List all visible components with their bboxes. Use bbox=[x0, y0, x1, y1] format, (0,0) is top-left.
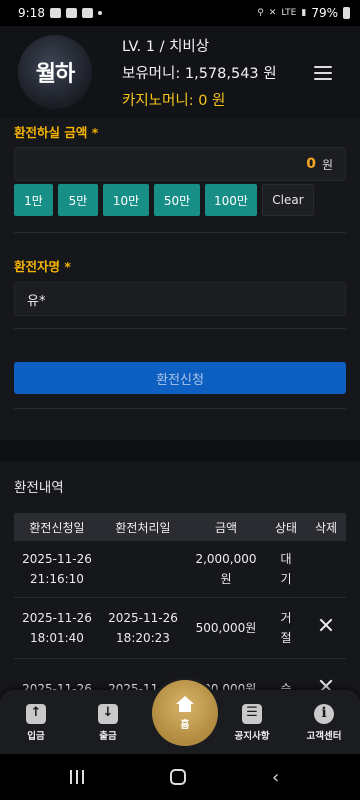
notification-icon bbox=[49, 8, 61, 18]
process-date: 2025-11-26 bbox=[108, 611, 178, 625]
table-row: 2025-11-26 21:16:10 2,000,000 원 대 기 bbox=[14, 541, 346, 598]
status-text: 기 bbox=[280, 572, 292, 586]
link-icon: ⚲ bbox=[257, 8, 264, 18]
status-time: 9:18 bbox=[18, 6, 45, 20]
col-request-date: 환전신청일 bbox=[29, 520, 85, 535]
nav-notice[interactable]: 공지사항 bbox=[222, 704, 282, 742]
signal-icon: ▮ bbox=[301, 8, 307, 18]
amount: 2,000,000 bbox=[195, 552, 257, 566]
quick-10k-button[interactable]: 1만 bbox=[14, 184, 53, 216]
amount-label: 환전하실 금액 * bbox=[14, 125, 99, 140]
quick-amount-buttons: 1만 5만 10만 50만 100만 Clear bbox=[14, 184, 314, 216]
divider bbox=[14, 408, 346, 409]
more-notifications-icon bbox=[97, 11, 102, 15]
brand-logo[interactable]: 월하 bbox=[18, 35, 92, 109]
quick-500k-button[interactable]: 50만 bbox=[154, 184, 200, 216]
request-time: 21:16:10 bbox=[30, 572, 84, 586]
nav-deposit[interactable]: 입금 bbox=[6, 704, 66, 742]
divider bbox=[14, 328, 346, 329]
user-level: LV. 1 / 치비상 bbox=[122, 38, 210, 55]
info-icon bbox=[314, 704, 334, 724]
col-delete: 삭제 bbox=[314, 520, 338, 535]
quick-1m-button[interactable]: 100만 bbox=[205, 184, 257, 216]
request-date: 2025-11-26 bbox=[22, 552, 92, 566]
system-home-icon[interactable] bbox=[170, 769, 186, 785]
withdraw-form: 환전하실 금액 * 0 원 1만 5만 10만 50만 100만 Clear 환… bbox=[0, 118, 360, 440]
network-label: LTE bbox=[281, 8, 297, 18]
home-icon bbox=[176, 695, 194, 712]
recent-apps-icon[interactable] bbox=[70, 770, 84, 784]
section-gap bbox=[0, 440, 360, 462]
col-amount: 금액 bbox=[214, 520, 238, 535]
nav-home[interactable]: 홈 bbox=[152, 680, 218, 746]
mute-icon: ✕ bbox=[268, 8, 277, 18]
notice-icon bbox=[242, 704, 262, 724]
image-icon bbox=[81, 8, 93, 18]
amount-input[interactable]: 0 원 bbox=[14, 147, 346, 181]
nav-withdraw[interactable]: 출금 bbox=[78, 704, 138, 742]
cloud-icon bbox=[65, 8, 77, 18]
amount-unit: 원 bbox=[220, 572, 232, 586]
clear-button[interactable]: Clear bbox=[262, 184, 314, 216]
table-header: 환전신청일 환전처리일 금액 상태 삭제 bbox=[14, 513, 346, 541]
table-row: 2025-11-26 18:01:40 2025-11-26 18:20:23 … bbox=[14, 598, 346, 659]
hamburger-menu-icon[interactable] bbox=[314, 66, 332, 80]
quick-50k-button[interactable]: 5만 bbox=[58, 184, 98, 216]
status-bar: 9:18 ⚲ ✕ LTE ▮ 79% bbox=[0, 0, 360, 26]
nav-support[interactable]: 고객센터 bbox=[294, 704, 354, 742]
status-text: 대 bbox=[280, 552, 292, 566]
deposit-icon bbox=[26, 704, 46, 724]
status-text: 절 bbox=[280, 631, 292, 645]
system-nav-bar: ‹ bbox=[0, 754, 360, 800]
process-time: 18:20:23 bbox=[116, 631, 170, 645]
status-text: 거 bbox=[280, 611, 292, 625]
col-process-date: 환전처리일 bbox=[115, 520, 171, 535]
amount-unit: 원 bbox=[321, 157, 333, 172]
request-date: 2025-11-26 bbox=[22, 611, 92, 625]
history-title: 환전내역 bbox=[14, 480, 64, 496]
name-input[interactable]: 유* bbox=[14, 282, 346, 316]
delete-icon[interactable] bbox=[319, 618, 333, 632]
submit-withdraw-button[interactable]: 환전신청 bbox=[14, 362, 346, 394]
back-icon[interactable]: ‹ bbox=[272, 767, 279, 788]
casino-money: 카지노머니: 0 원 bbox=[122, 92, 226, 109]
battery-icon bbox=[343, 7, 350, 19]
user-info: LV. 1 / 치비상 보유머니: 1,578,543 원 카지노머니: 0 원 bbox=[122, 35, 277, 110]
withdraw-icon bbox=[98, 704, 118, 724]
col-status: 상태 bbox=[274, 520, 298, 535]
request-time: 18:01:40 bbox=[30, 631, 84, 645]
battery-level: 79% bbox=[311, 6, 338, 20]
amount: 500,000원 bbox=[195, 621, 257, 635]
amount-value: 0 bbox=[306, 156, 316, 172]
quick-100k-button[interactable]: 10만 bbox=[103, 184, 149, 216]
app-header: 월하 LV. 1 / 치비상 보유머니: 1,578,543 원 카지노머니: … bbox=[0, 26, 360, 118]
name-label: 환전자명 * bbox=[14, 259, 71, 274]
balance-money: 보유머니: 1,578,543 원 bbox=[122, 65, 277, 82]
divider bbox=[14, 232, 346, 233]
